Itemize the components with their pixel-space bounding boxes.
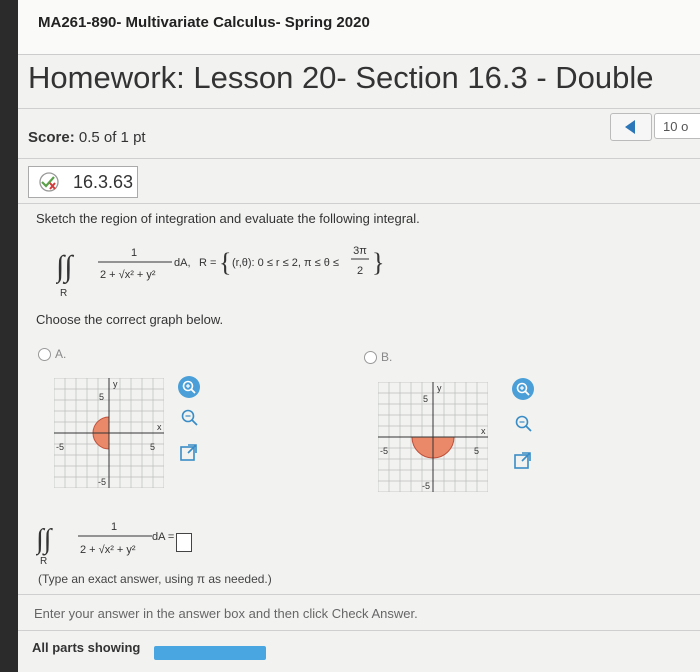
divider <box>18 630 700 631</box>
answer-input[interactable] <box>176 533 192 552</box>
option-a-label: A. <box>55 347 67 361</box>
divider <box>18 594 700 595</box>
question-id-box: 16.3.63 <box>28 166 138 198</box>
svg-text:1: 1 <box>111 521 117 533</box>
tick-x-5: 5 <box>150 442 155 452</box>
score-value: 0.5 of 1 pt <box>78 129 146 146</box>
all-parts-label: All parts showing <box>32 640 141 655</box>
svg-text:R: R <box>40 556 47 567</box>
region-def-label: R = <box>199 257 216 269</box>
svg-text:2 + √x² + y²: 2 + √x² + y² <box>80 544 136 556</box>
previous-question-button[interactable] <box>610 113 652 141</box>
integrand-numerator: 1 <box>131 247 137 259</box>
screen: MA261-890- Multivariate Calculus- Spring… <box>18 0 700 672</box>
instructions: Enter your answer in the answer box and … <box>34 606 418 621</box>
parts-progress-bar <box>154 646 266 660</box>
tick-y-5: 5 <box>99 392 104 402</box>
region-set: (r,θ): 0 ≤ r ≤ 2, π ≤ θ ≤ <box>232 257 339 269</box>
x-axis-label: x <box>481 426 486 436</box>
angle-denominator: 2 <box>357 265 363 277</box>
zoom-out-button-b[interactable] <box>512 412 534 434</box>
graph-option-a: y x 5 5 -5 -5 <box>54 378 164 488</box>
magnifier-plus-icon <box>182 380 196 394</box>
question-prompt: Sketch the region of integration and eva… <box>36 211 420 226</box>
integral-expression: ∫∫ R 1 2 + √x² + y² dA, R = { (r,θ): 0 ≤… <box>56 245 384 298</box>
zoom-in-button-b[interactable] <box>512 378 534 400</box>
zoom-in-button-a[interactable] <box>178 376 200 398</box>
score-label: Score: <box>28 129 75 146</box>
tick-x-neg5: -5 <box>56 442 64 452</box>
tick-x-5: 5 <box>474 446 479 456</box>
option-b-label: B. <box>381 350 393 364</box>
triangle-left-icon <box>625 120 635 134</box>
option-b-radio[interactable] <box>364 351 377 364</box>
svg-text:∫∫: ∫∫ <box>56 250 74 285</box>
question-id: 16.3.63 <box>73 172 134 192</box>
region-subscript: R <box>60 288 67 298</box>
tick-y-neg5: -5 <box>98 477 106 487</box>
zoom-out-button-a[interactable] <box>178 406 200 428</box>
homework-title: Homework: Lesson 20- Section 16.3 - Doub… <box>28 60 654 95</box>
tick-x-neg5: -5 <box>380 446 388 456</box>
svg-text:}: } <box>372 248 384 277</box>
y-axis-label: y <box>437 383 442 393</box>
divider <box>18 108 700 109</box>
angle-numerator: 3π <box>353 245 367 257</box>
tick-y-neg5: -5 <box>422 481 430 491</box>
open-external-icon-b[interactable] <box>512 450 534 472</box>
svg-text:{: { <box>219 248 231 277</box>
dA-label: dA, <box>174 257 191 269</box>
course-title: MA261-890- Multivariate Calculus- Spring… <box>38 14 370 31</box>
x-axis-label: x <box>157 422 162 432</box>
score: Score: 0.5 of 1 pt <box>28 129 146 146</box>
answer-hint: (Type an exact answer, using π as needed… <box>38 572 272 586</box>
graph-option-b: y x 5 5 -5 -5 <box>378 382 488 492</box>
answer-integral-expression: ∫∫ R 1 2 + √x² + y² dA = <box>36 521 174 567</box>
answer-dA-label: dA = <box>152 531 174 543</box>
tick-y-5: 5 <box>423 394 428 404</box>
course-header: MA261-890- Multivariate Calculus- Spring… <box>18 0 700 55</box>
choose-graph-prompt: Choose the correct graph below. <box>36 312 224 327</box>
integrand-denominator: 2 + √x² + y² <box>100 269 156 281</box>
svg-text:∫∫: ∫∫ <box>36 524 54 556</box>
magnifier-plus-icon <box>516 382 530 396</box>
y-axis-label: y <box>113 379 118 389</box>
open-external-icon-a[interactable] <box>178 442 200 464</box>
option-a-radio[interactable] <box>38 348 51 361</box>
question-selector[interactable]: 10 o <box>654 113 700 139</box>
partial-credit-icon <box>39 172 59 192</box>
divider <box>18 203 700 204</box>
divider <box>18 158 700 159</box>
